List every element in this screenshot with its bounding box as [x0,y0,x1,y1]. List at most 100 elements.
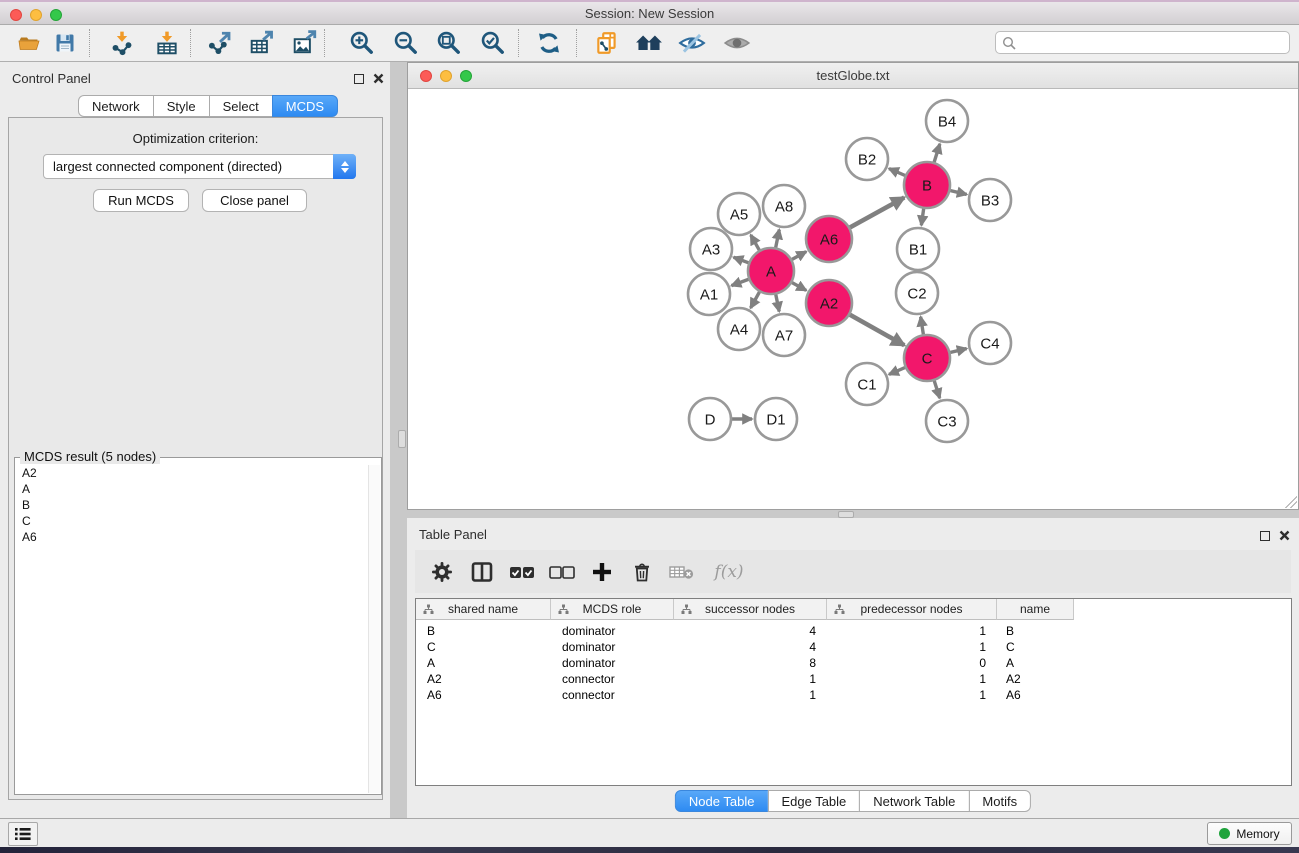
deselect-all-button[interactable] [549,559,575,585]
table-cell[interactable]: connector [551,672,674,686]
table-row[interactable]: Cdominator41C [416,639,1291,655]
table-cell[interactable]: A2 [416,672,551,686]
table-cell[interactable]: A2 [997,672,1074,686]
graph-edge-A-A3[interactable] [734,257,751,263]
graph-node-A[interactable]: A [748,248,794,294]
task-history-button[interactable] [8,822,38,846]
graph-node-A4[interactable]: A4 [718,308,760,350]
tab-select[interactable]: Select [209,95,273,117]
export-table-button[interactable] [243,26,281,60]
table-cell[interactable]: connector [551,688,674,702]
table-cell[interactable]: 0 [827,656,997,670]
tab-style[interactable]: Style [153,95,210,117]
show-all-button[interactable] [718,26,756,60]
graph-node-A7[interactable]: A7 [763,314,805,356]
graph-node-B1[interactable]: B1 [897,228,939,270]
network-window-titlebar[interactable]: testGlobe.txt [408,63,1298,89]
delete-columns-button[interactable] [629,559,655,585]
table-cell[interactable]: C [997,640,1074,654]
table-cell[interactable]: B [416,624,551,638]
graph-edge-A-A7[interactable] [775,293,779,312]
graph-node-C4[interactable]: C4 [969,322,1011,364]
table-cell[interactable]: dominator [551,656,674,670]
table-row[interactable]: Bdominator41B [416,623,1291,639]
column-header-successor-nodes[interactable]: successor nodes [674,599,827,620]
table-row[interactable]: A6connector11A6 [416,687,1291,703]
open-session-button[interactable] [10,26,48,60]
mcds-result-list[interactable]: A2ABCA6 [16,465,367,793]
mcds-result-item[interactable]: A2 [16,465,367,481]
graph-node-A8[interactable]: A8 [763,185,805,227]
graph-edge-B-B2[interactable] [889,169,907,177]
graph-edge-C-C3[interactable] [934,379,940,398]
duplicate-network-button[interactable] [588,26,626,60]
delete-table-button[interactable] [669,559,695,585]
tab-network-table[interactable]: Network Table [859,790,969,812]
first-neighbors-button[interactable] [630,26,668,60]
save-session-button[interactable] [46,26,84,60]
export-network-button[interactable] [201,26,239,60]
graph-edge-A6-B[interactable] [848,198,904,229]
table-options-button[interactable] [429,559,455,585]
table-cell[interactable]: dominator [551,640,674,654]
result-scrollbar[interactable] [368,465,380,793]
tab-network[interactable]: Network [78,95,154,117]
table-cell[interactable]: 1 [827,672,997,686]
network-canvas[interactable]: B4B2BB3A5A8A6A3B1AA1C2A2A4A7C4CC1C3DD1 [408,90,1298,509]
table-cell[interactable]: 1 [827,624,997,638]
graph-edge-C-C4[interactable] [948,349,966,353]
zoom-out-button[interactable] [387,26,425,60]
graph-node-C[interactable]: C [904,335,950,381]
table-cell[interactable]: A6 [416,688,551,702]
toggle-column-display-button[interactable] [469,559,495,585]
table-cell[interactable]: 1 [674,672,827,686]
mcds-result-item[interactable]: C [16,513,367,529]
graph-node-B[interactable]: B [904,162,950,208]
mcds-result-item[interactable]: B [16,497,367,513]
search-input[interactable] [1020,33,1284,52]
graph-edge-B-B4[interactable] [934,144,940,164]
column-header-mcds-role[interactable]: MCDS role [551,599,674,620]
column-header-predecessor-nodes[interactable]: predecessor nodes [827,599,997,620]
tab-node-table[interactable]: Node Table [675,790,769,812]
network-graph[interactable]: B4B2BB3A5A8A6A3B1AA1C2A2A4A7C4CC1C3DD1 [408,90,1298,511]
table-cell[interactable]: B [997,624,1074,638]
graph-node-B2[interactable]: B2 [846,138,888,180]
graph-node-B3[interactable]: B3 [969,179,1011,221]
export-image-button[interactable] [286,26,324,60]
hide-selected-button[interactable] [673,26,711,60]
graph-node-C1[interactable]: C1 [846,363,888,405]
graph-edge-C-C1[interactable] [889,367,907,375]
vertical-split-grip[interactable] [398,430,406,448]
table-row[interactable]: Adominator80A [416,655,1291,671]
table-cell[interactable]: dominator [551,624,674,638]
table-cell[interactable]: A [416,656,551,670]
table-cell[interactable]: A6 [997,688,1074,702]
table-cell[interactable]: 1 [827,688,997,702]
function-builder-button[interactable]: f(x) [709,559,749,585]
float-panel-icon[interactable] [1260,531,1270,541]
table-cell[interactable]: A [997,656,1074,670]
graph-node-C3[interactable]: C3 [926,400,968,442]
resize-grip-icon[interactable] [1285,496,1297,508]
graph-node-A2[interactable]: A2 [806,280,852,326]
horizontal-split-grip[interactable] [838,511,854,518]
table-cell[interactable]: 4 [674,640,827,654]
run-mcds-button[interactable]: Run MCDS [93,189,189,212]
import-table-button[interactable] [148,26,186,60]
graph-edge-A2-C[interactable] [848,314,904,346]
graph-node-A6[interactable]: A6 [806,216,852,262]
fit-content-button[interactable] [430,26,468,60]
tab-motifs[interactable]: Motifs [968,790,1031,812]
mcds-result-item[interactable]: A6 [16,529,367,545]
column-header-name[interactable]: name [997,599,1074,620]
graph-edge-A-A1[interactable] [732,279,751,286]
graph-edge-A-A6[interactable] [790,252,806,261]
close-panel-button[interactable]: Close panel [202,189,307,212]
graph-edge-B-B3[interactable] [948,190,966,194]
table-row[interactable]: A2connector11A2 [416,671,1291,687]
graph-edge-A-A2[interactable] [790,282,806,291]
memory-button[interactable]: Memory [1207,822,1292,845]
graph-node-A1[interactable]: A1 [688,273,730,315]
table-cell[interactable]: C [416,640,551,654]
